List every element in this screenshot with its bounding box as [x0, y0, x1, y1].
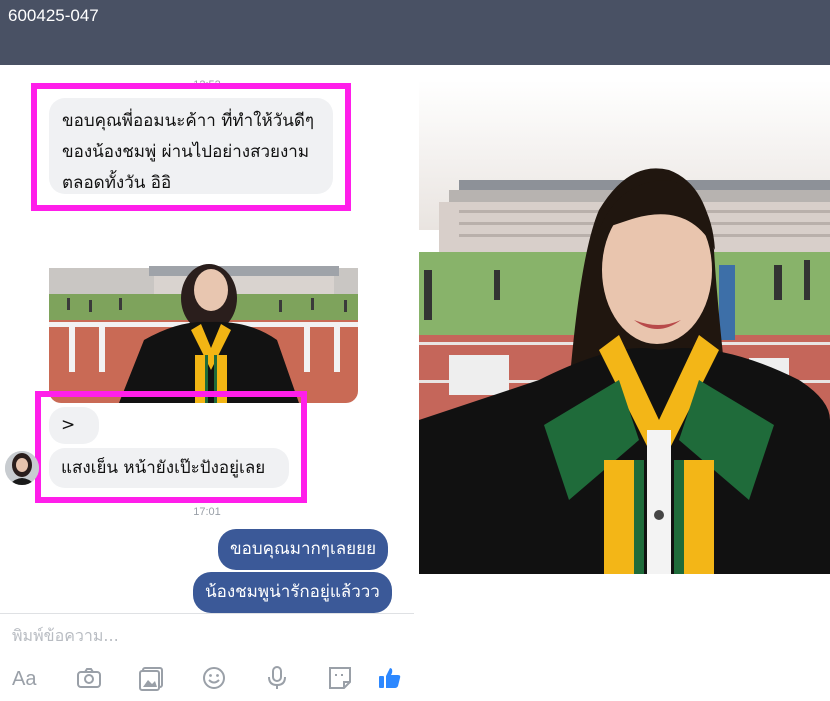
- timestamp: 17:01: [193, 506, 221, 518]
- message-text: ขอบคุณมากๆเลยยย: [230, 539, 377, 559]
- graduation-photo: [419, 80, 830, 574]
- thumbs-up-icon[interactable]: [377, 665, 403, 691]
- camera-icon[interactable]: [76, 665, 102, 691]
- photo-preview[interactable]: [419, 80, 830, 574]
- avatar-image: [5, 451, 39, 485]
- avatar[interactable]: [5, 451, 39, 485]
- emoji-icon[interactable]: [201, 665, 227, 691]
- outgoing-message[interactable]: น้องชมพูน่ารักอยู่แล้ววว: [193, 572, 392, 613]
- message-text: น้องชมพูน่ารักอยู่แล้ววว: [205, 582, 380, 602]
- message-input[interactable]: [12, 626, 392, 645]
- outgoing-message[interactable]: ขอบคุณมากๆเลยยย: [218, 529, 389, 570]
- sticker-icon[interactable]: [327, 665, 353, 691]
- graduation-photo-thumbnail: [49, 220, 358, 403]
- header-title: 600425-047: [8, 6, 99, 25]
- header-bar: 600425-047: [0, 0, 830, 65]
- text-format-button[interactable]: Aa: [12, 668, 36, 691]
- microphone-icon[interactable]: [264, 665, 290, 691]
- gallery-icon[interactable]: [139, 665, 165, 691]
- highlight-box: [35, 391, 307, 503]
- highlight-box: [31, 83, 351, 211]
- photo-attachment[interactable]: [49, 220, 358, 403]
